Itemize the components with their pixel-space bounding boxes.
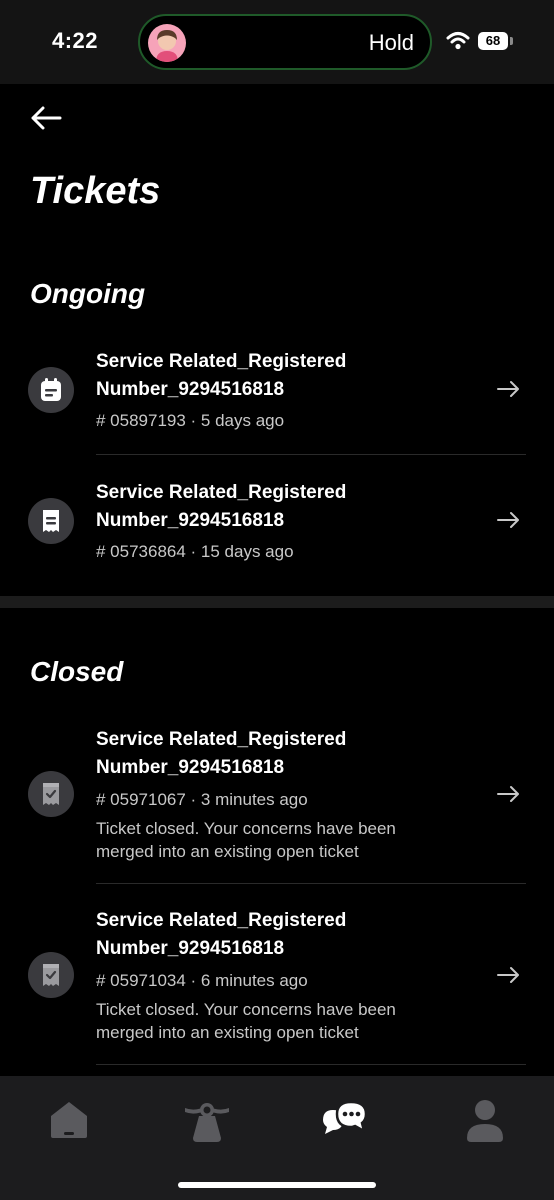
ticket-item[interactable]: Service Related_Registered Number_929451… <box>0 471 554 585</box>
nav-profile[interactable] <box>461 1096 509 1144</box>
receipt-check-icon <box>28 952 74 998</box>
ticket-title: Service Related_Registered Number_929451… <box>96 729 347 778</box>
section-title-closed: Closed <box>30 656 124 687</box>
receipt-icon <box>28 498 74 544</box>
battery-icon: 68 <box>478 32 508 50</box>
battery-cap <box>510 37 513 45</box>
call-hold-label: Hold <box>368 30 414 55</box>
calendar-icon <box>28 367 74 413</box>
profile-icon <box>467 1100 503 1142</box>
status-time: 4:22 <box>52 28 99 53</box>
back-button[interactable] <box>28 102 64 134</box>
call-indicator[interactable]: Hold <box>138 14 432 70</box>
nav-vehicle[interactable] <box>183 1096 231 1144</box>
arrow-right-icon <box>496 380 522 403</box>
divider <box>96 1064 526 1065</box>
ticket-title: Service Related_Registered Number_929451… <box>96 482 347 531</box>
arrow-left-icon <box>31 106 62 130</box>
arrow-right-icon <box>496 966 522 989</box>
section-title-ongoing: Ongoing <box>30 278 146 309</box>
chat-icon <box>323 1100 368 1134</box>
nav-support[interactable] <box>321 1096 369 1144</box>
ticket-meta: # 05971034 · 6 minutes ago <box>96 971 308 990</box>
wifi-icon <box>446 31 470 56</box>
ticket-item[interactable]: Service Related_Registered Number_929451… <box>0 720 554 880</box>
section-separator <box>0 596 554 608</box>
home-icon <box>51 1102 87 1138</box>
ticket-meta: # 05971067 · 3 minutes ago <box>96 790 308 809</box>
ticket-meta: # 05897193 · 5 days ago <box>96 411 285 430</box>
ticket-status-note: Ticket closed. Your concerns have been m… <box>96 1000 396 1042</box>
caller-avatar <box>148 24 186 62</box>
receipt-check-icon <box>28 771 74 817</box>
ticket-status-note: Ticket closed. Your concerns have been m… <box>96 819 396 861</box>
arrow-right-icon <box>496 785 522 808</box>
divider <box>96 454 526 455</box>
page-title: Tickets <box>30 170 161 212</box>
home-indicator[interactable] <box>178 1182 376 1188</box>
status-bar: 4:22 Hold 68 <box>0 0 554 84</box>
arrow-right-icon <box>496 511 522 534</box>
ticket-title: Service Related_Registered Number_929451… <box>96 910 347 959</box>
ticket-title: Service Related_Registered Number_929451… <box>96 351 347 400</box>
ticket-meta: # 05736864 · 15 days ago <box>96 542 294 561</box>
divider <box>96 883 526 884</box>
scooter-icon <box>185 1103 229 1142</box>
ticket-item[interactable]: Service Related_Registered Number_929451… <box>0 901 554 1061</box>
nav-home[interactable] <box>45 1096 93 1144</box>
ticket-item[interactable]: Service Related_Registered Number_929451… <box>0 340 554 454</box>
